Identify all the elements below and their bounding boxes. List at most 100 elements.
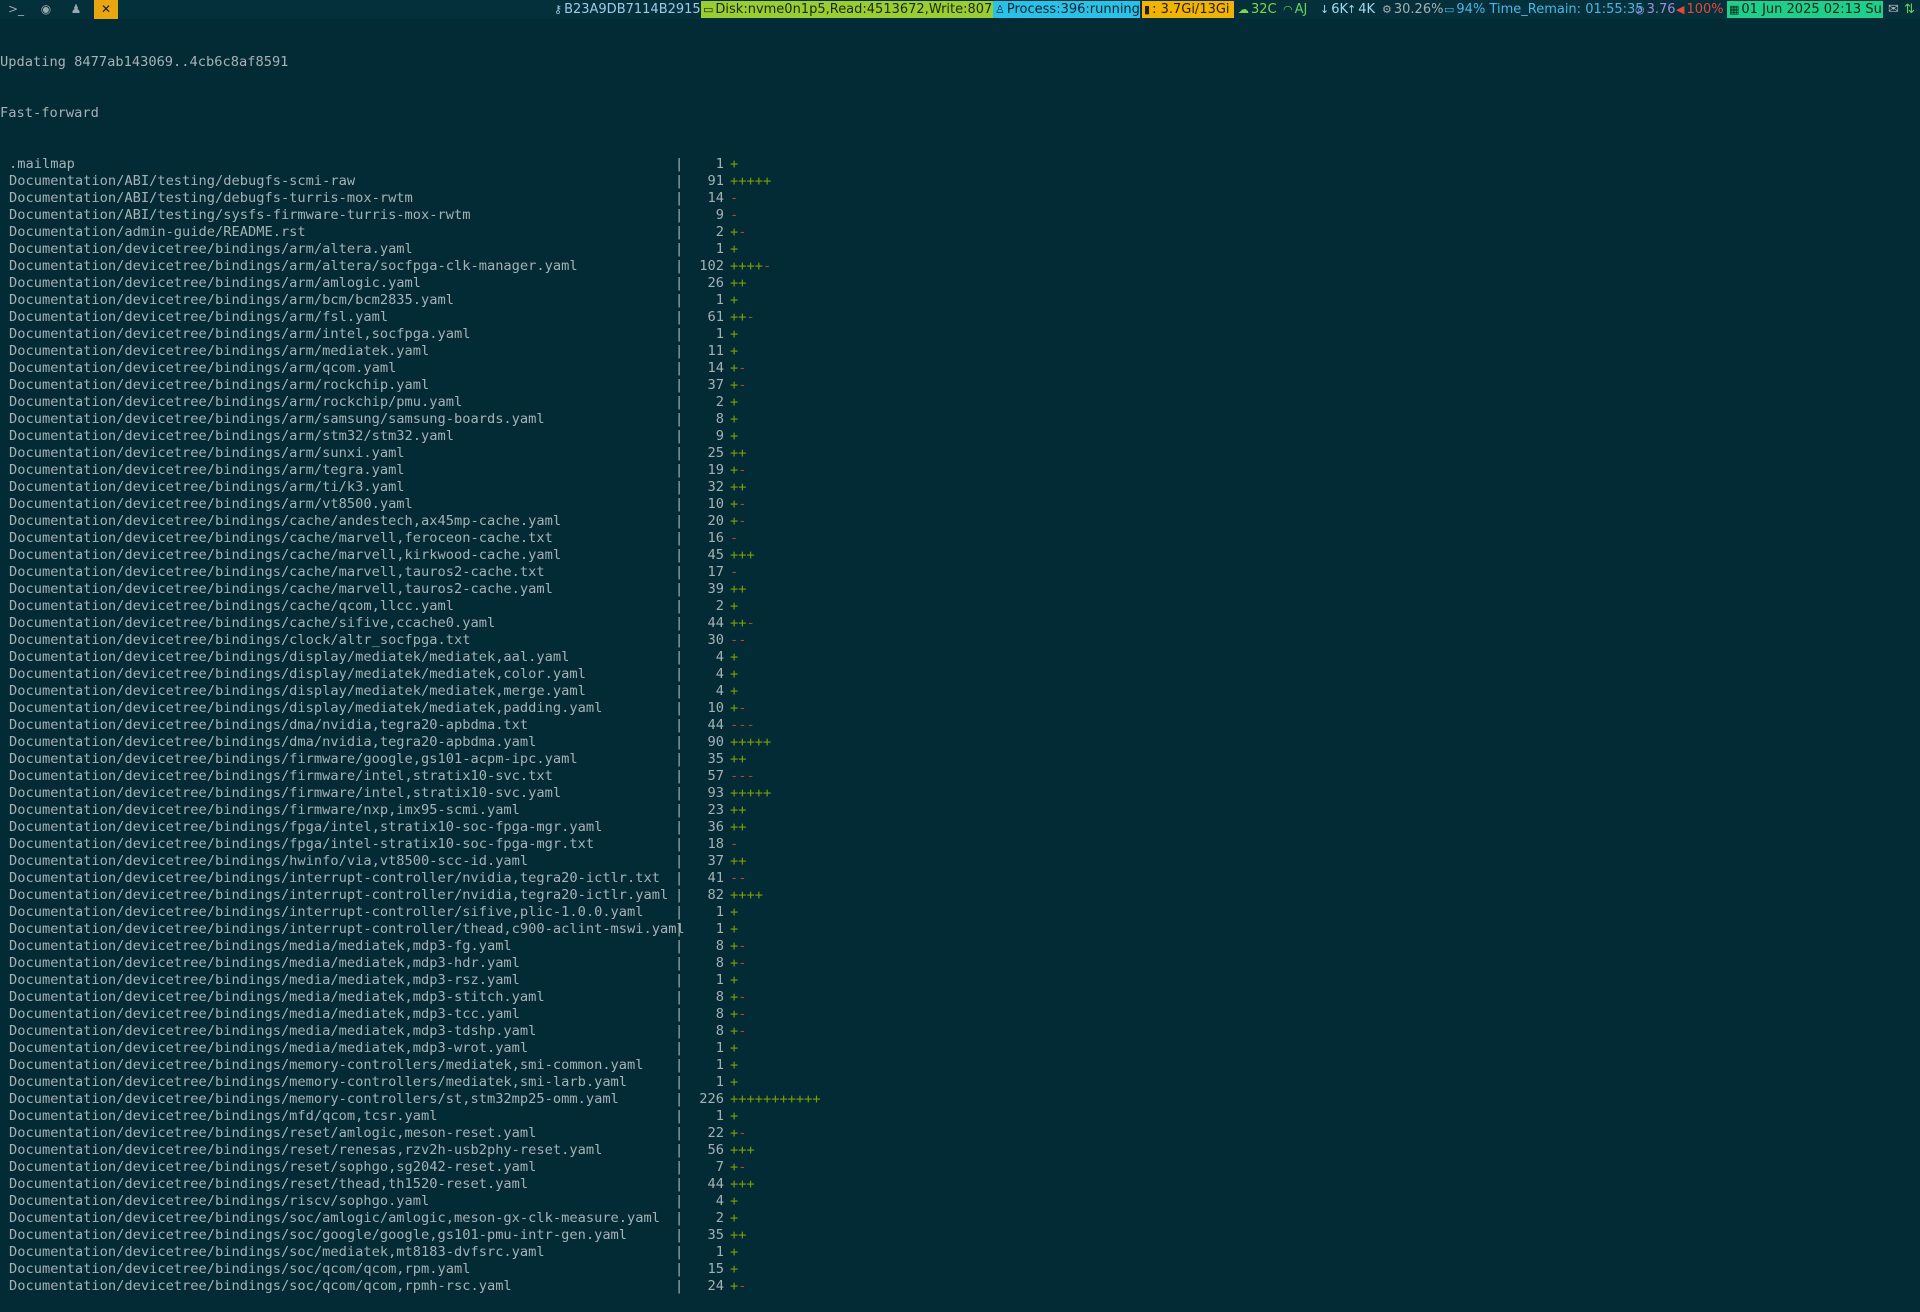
diffstat-bar: - [730,836,738,853]
diffstat-file: Documentation/devicetree/bindings/media/… [9,938,512,954]
diffstat-file: Documentation/devicetree/bindings/cache/… [9,598,454,614]
memory-widget[interactable]: ▮: 3.7Gi/13Gi [1142,1,1234,18]
diffstat-row: Documentation/devicetree/bindings/arm/te… [0,462,1920,479]
wifi-widget[interactable]: ◠ AJ [1281,1,1309,18]
tray-network-icon[interactable]: ⇅ [1902,1,1917,18]
diffstat-bar: - [730,530,738,547]
browser-icon[interactable]: ◉ [34,0,58,19]
diffstat-bar: ++ [730,1227,746,1244]
load-icon: ◎ [1635,3,1645,16]
diffstat-insertions: + [730,1210,739,1226]
diffstat-insertions: ++ [730,445,747,461]
diffstat-row: Documentation/devicetree/bindings/soc/go… [0,1227,1920,1244]
diffstat-bar: +++++ [730,173,771,190]
diffstat-insertions: + [730,921,739,937]
diffstat-bar: +- [730,513,747,530]
diffstat-row: .mailmap | 1 + [0,156,1920,173]
diffstat-bar: +- [730,462,747,479]
diffstat-file: Documentation/devicetree/bindings/reset/… [9,1176,529,1192]
diffstat-row: Documentation/devicetree/bindings/hwinfo… [0,853,1920,870]
penguin-icon[interactable]: ♟ [64,0,88,19]
diffstat-count: 9 [715,428,724,444]
diffstat-row: Documentation/devicetree/bindings/interr… [0,904,1920,921]
diffstat-deletions: - [738,700,747,716]
battery-icon: ▭ [1444,3,1455,16]
diffstat-file: Documentation/devicetree/bindings/displa… [9,666,586,682]
git-fast-forward-line: Fast-forward [0,105,99,121]
process-widget[interactable]: ♙ Process:396:running:2 [993,1,1140,18]
diffstat-bar: +- [730,1023,747,1040]
diffstat-insertions: ++ [730,819,747,835]
diffstat-count: 1 [715,1057,724,1073]
diffstat-insertions: + [730,1040,739,1056]
cpu-widget[interactable]: ⚙ 30.26% [1380,1,1445,18]
terminal-icon[interactable]: >_ [4,0,28,19]
diffstat-file: Documentation/devicetree/bindings/cache/… [9,564,545,580]
diffstat-bar: ++- [730,309,755,326]
diffstat-count: 23 [707,802,724,818]
diffstat-file: Documentation/admin-guide/README.rst [9,224,306,240]
diffstat-row: Documentation/devicetree/bindings/fpga/i… [0,819,1920,836]
top-status-bar: >_ ◉ ♟ ✕ ⚷ B23A9DB7114B2915 ▭ Disk:nvme0n1p5,… [0,0,1920,19]
diffstat-count: 1 [715,1108,724,1124]
battery-widget[interactable]: ▭ 94% Time_Remain: 01:55:35 [1442,1,1646,18]
diffstat-deletions: - [738,989,747,1005]
volume-widget[interactable]: ◀ 100% [1674,1,1726,18]
diffstat-count: 1 [715,1074,724,1090]
diffstat-insertions: +++++ [730,173,772,189]
diffstat-count: 44 [707,615,724,631]
diffstat-file: Documentation/devicetree/bindings/arm/su… [9,445,405,461]
disk-widget[interactable]: ▭Disk:nvme0n1p5,Read:4513672,Write:80759… [701,1,993,18]
diffstat-insertions: ++ [730,309,747,325]
diffstat-bar: + [730,394,738,411]
wifi-ssid-widget[interactable]: ⚷ B23A9DB7114B2915 [552,1,703,18]
diffstat-insertions: +++++++++++ [730,1091,821,1107]
diffstat-file: Documentation/devicetree/bindings/arm/ro… [9,377,430,393]
diffstat-row: Documentation/devicetree/bindings/dma/nv… [0,734,1920,751]
diffstat-row: Documentation/devicetree/bindings/arm/ro… [0,394,1920,411]
diffstat-row: Documentation/devicetree/bindings/reset/… [0,1125,1920,1142]
diffstat-file: Documentation/devicetree/bindings/media/… [9,1040,529,1056]
diffstat-count: 22 [707,1125,724,1141]
datetime-widget[interactable]: ▦ 01 Jun 2025 02:13 Sun [1727,1,1883,18]
diffstat-bar: + [730,904,738,921]
diffstat-file: Documentation/devicetree/bindings/arm/ti… [9,479,405,495]
diffstat-row: Documentation/devicetree/bindings/interr… [0,887,1920,904]
diffstat-row: Documentation/devicetree/bindings/arm/st… [0,428,1920,445]
diffstat-file: Documentation/devicetree/bindings/interr… [9,870,661,886]
diffstat-deletions: - [730,530,739,546]
diffstat-file: Documentation/devicetree/bindings/arm/al… [9,258,578,274]
temperature-widget[interactable]: ☁ 32C [1236,1,1279,18]
diffstat-bar: + [730,343,738,360]
diffstat-bar: + [730,598,738,615]
diffstat-insertions: + [730,292,739,308]
diffstat-file: Documentation/devicetree/bindings/arm/am… [9,275,422,291]
diffstat-file: Documentation/devicetree/bindings/arm/me… [9,343,430,359]
tray-mail-icon[interactable]: ✉ [1886,1,1901,18]
diffstat-bar: +- [730,700,747,717]
diffstat-insertions: + [730,1057,739,1073]
diffstat-insertions: + [730,1125,739,1141]
diffstat-bar: + [730,1193,738,1210]
diffstat-file: Documentation/devicetree/bindings/fpga/i… [9,819,603,835]
diffstat-row: Documentation/devicetree/bindings/arm/am… [0,275,1920,292]
diffstat-count: 61 [707,309,724,325]
diffstat-insertions: + [730,411,739,427]
diffstat-count: 8 [715,1006,724,1022]
terminal-output[interactable]: Updating 8477ab143069..4cb6c8af8591 Fast… [0,20,1920,1294]
diffstat-file: Documentation/devicetree/bindings/soc/go… [9,1227,628,1243]
diffstat-row: Documentation/devicetree/bindings/interr… [0,921,1920,938]
diffstat-deletions: - [738,938,747,954]
diffstat-count: 17 [707,564,724,580]
diffstat-insertions: + [730,428,739,444]
tools-icon[interactable]: ✕ [94,0,118,19]
diffstat-file: Documentation/devicetree/bindings/hwinfo… [9,853,529,869]
diffstat-insertions: + [730,1023,739,1039]
diffstat-count: 45 [707,547,724,563]
diffstat-row: Documentation/ABI/testing/debugfs-scmi-r… [0,173,1920,190]
diffstat-count: 57 [707,768,724,784]
diffstat-deletions: - [738,224,747,240]
diffstat-count: 1 [715,156,724,172]
diffstat-file: .mailmap [9,156,75,172]
diffstat-count: 35 [707,1227,724,1243]
